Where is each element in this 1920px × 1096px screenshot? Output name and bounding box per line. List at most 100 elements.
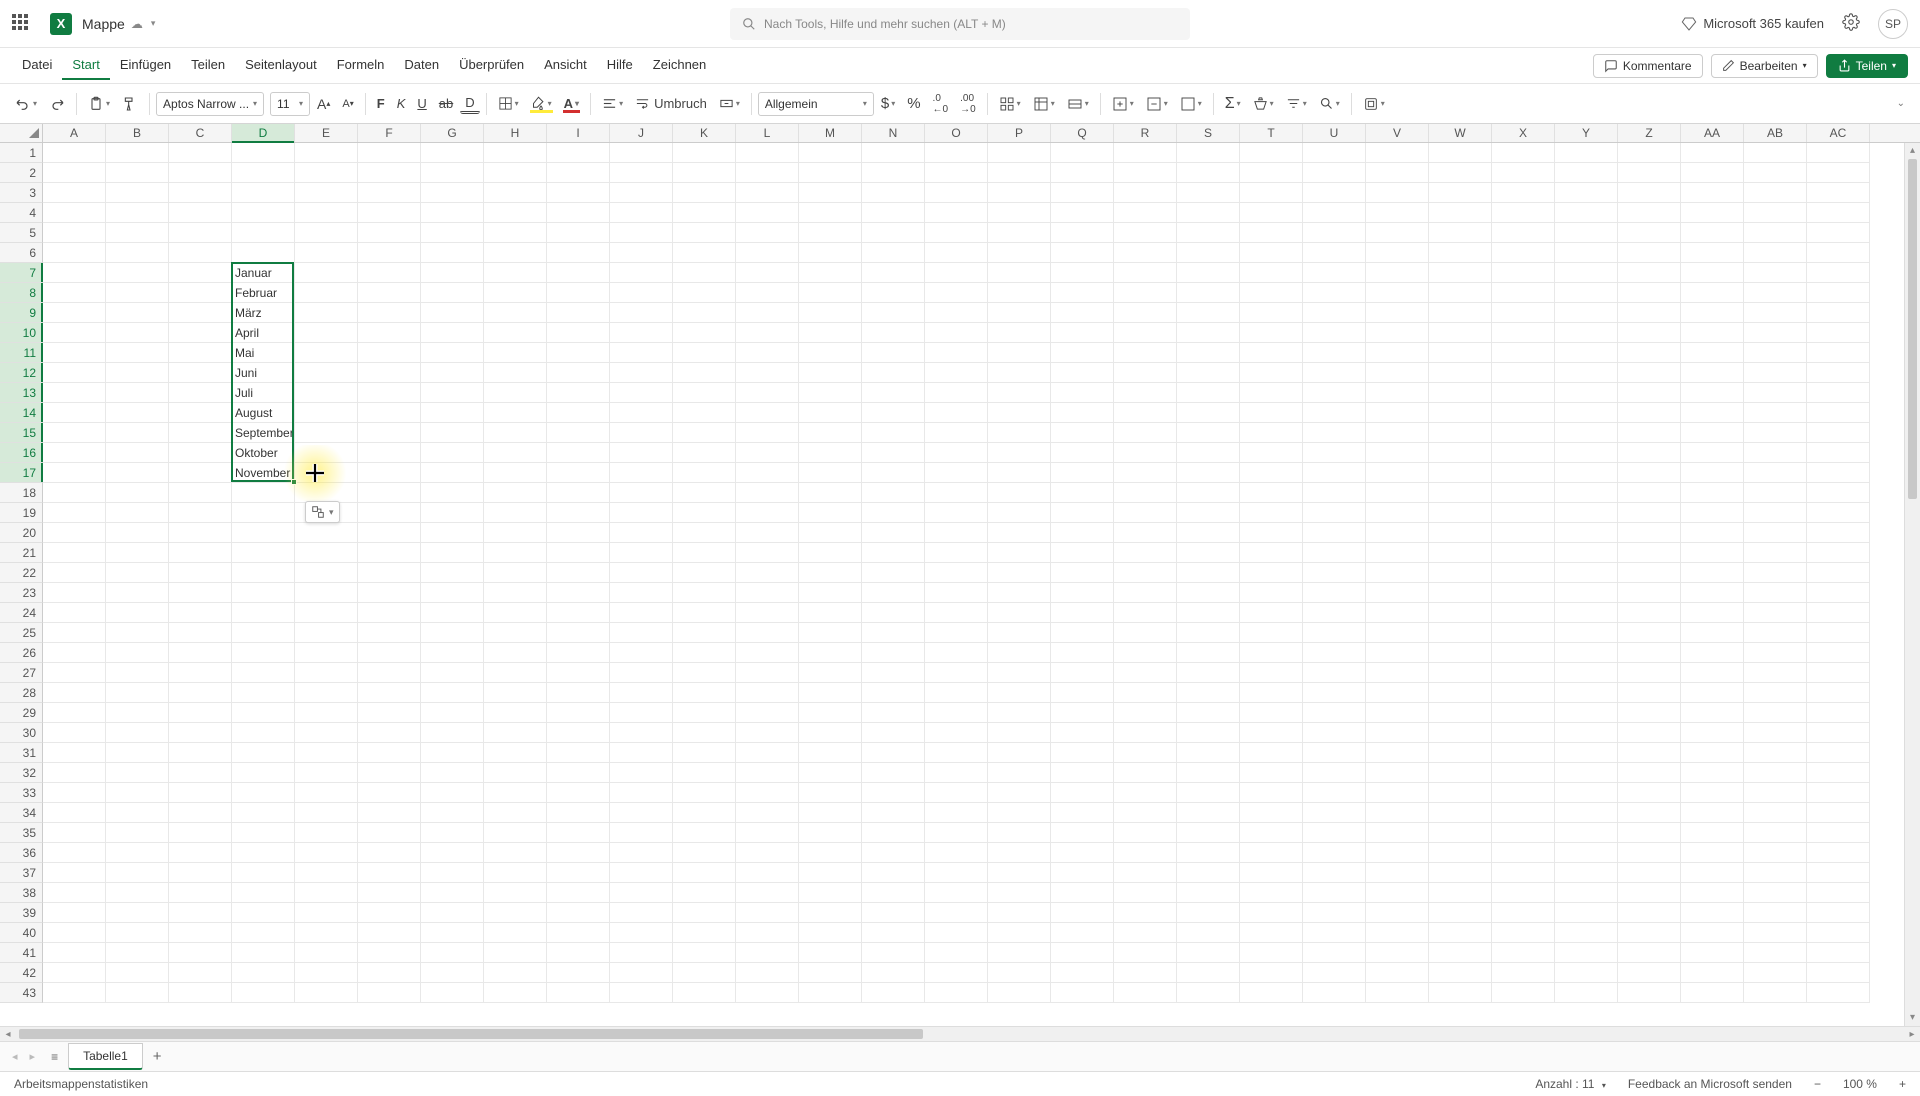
cell[interactable]: [862, 203, 925, 223]
cell[interactable]: [43, 243, 106, 263]
cell[interactable]: [1177, 643, 1240, 663]
cell[interactable]: [1303, 603, 1366, 623]
cell[interactable]: [1366, 883, 1429, 903]
cell[interactable]: [799, 523, 862, 543]
cell[interactable]: [421, 283, 484, 303]
cell[interactable]: [106, 523, 169, 543]
cell[interactable]: [736, 543, 799, 563]
cell[interactable]: [1555, 523, 1618, 543]
cell[interactable]: [1744, 623, 1807, 643]
cell[interactable]: [862, 743, 925, 763]
row-header[interactable]: 40: [0, 923, 43, 943]
cell[interactable]: [610, 323, 673, 343]
cell[interactable]: [547, 903, 610, 923]
cell[interactable]: [673, 983, 736, 1003]
cell[interactable]: [1051, 743, 1114, 763]
cell[interactable]: [1618, 503, 1681, 523]
cell[interactable]: [547, 783, 610, 803]
cell[interactable]: [106, 163, 169, 183]
col-header[interactable]: X: [1492, 124, 1555, 142]
cell[interactable]: [106, 803, 169, 823]
merge-button[interactable]: ▾: [714, 93, 745, 114]
cell[interactable]: [169, 503, 232, 523]
cell[interactable]: [1555, 483, 1618, 503]
cell[interactable]: [1429, 203, 1492, 223]
cell[interactable]: [421, 203, 484, 223]
cell[interactable]: [1555, 983, 1618, 1003]
row-header[interactable]: 36: [0, 843, 43, 863]
cell[interactable]: [1492, 703, 1555, 723]
cell[interactable]: [1807, 283, 1870, 303]
cell[interactable]: [736, 343, 799, 363]
cell[interactable]: [1303, 443, 1366, 463]
cell[interactable]: [1744, 343, 1807, 363]
cell[interactable]: [799, 703, 862, 723]
cell[interactable]: [1555, 663, 1618, 683]
cell[interactable]: [106, 843, 169, 863]
cell[interactable]: [610, 143, 673, 163]
cell[interactable]: [736, 663, 799, 683]
cell[interactable]: [1618, 883, 1681, 903]
cell[interactable]: [799, 163, 862, 183]
cell[interactable]: [1366, 723, 1429, 743]
cell[interactable]: [1744, 283, 1807, 303]
cell[interactable]: [1492, 983, 1555, 1003]
cell[interactable]: [862, 143, 925, 163]
cell[interactable]: [736, 423, 799, 443]
cell[interactable]: [610, 343, 673, 363]
cell[interactable]: [988, 323, 1051, 343]
autofill-options-button[interactable]: ▾: [305, 501, 340, 523]
cell[interactable]: [547, 203, 610, 223]
cell[interactable]: [358, 983, 421, 1003]
cell[interactable]: [925, 543, 988, 563]
cell[interactable]: [862, 683, 925, 703]
cell[interactable]: [1240, 223, 1303, 243]
cell[interactable]: [799, 983, 862, 1003]
cell[interactable]: Oktober: [232, 443, 295, 463]
cell[interactable]: [295, 783, 358, 803]
row-header[interactable]: 12: [0, 363, 43, 383]
cell[interactable]: [736, 163, 799, 183]
cell[interactable]: [1744, 363, 1807, 383]
cell[interactable]: [736, 223, 799, 243]
cell[interactable]: [673, 223, 736, 243]
cell[interactable]: [1681, 143, 1744, 163]
cell[interactable]: [547, 323, 610, 343]
cell[interactable]: [358, 243, 421, 263]
cell[interactable]: [169, 323, 232, 343]
cell[interactable]: [358, 843, 421, 863]
cell[interactable]: [610, 463, 673, 483]
cell[interactable]: [862, 943, 925, 963]
find-button[interactable]: ▾: [1314, 93, 1345, 114]
cell[interactable]: [169, 563, 232, 583]
cell[interactable]: [1807, 143, 1870, 163]
cell[interactable]: [169, 683, 232, 703]
cell[interactable]: [1114, 203, 1177, 223]
cell[interactable]: [421, 403, 484, 423]
cell[interactable]: [106, 303, 169, 323]
cell[interactable]: [1681, 443, 1744, 463]
cell[interactable]: [1555, 383, 1618, 403]
cell[interactable]: [484, 363, 547, 383]
cell[interactable]: [421, 683, 484, 703]
cell[interactable]: [169, 603, 232, 623]
cell[interactable]: [43, 283, 106, 303]
cell[interactable]: [736, 303, 799, 323]
cell[interactable]: [610, 383, 673, 403]
row-header[interactable]: 24: [0, 603, 43, 623]
cell[interactable]: [1618, 843, 1681, 863]
cell[interactable]: [1555, 203, 1618, 223]
cell[interactable]: [1114, 903, 1177, 923]
cell[interactable]: [673, 423, 736, 443]
cell[interactable]: [610, 623, 673, 643]
cell[interactable]: [610, 843, 673, 863]
cell[interactable]: [421, 563, 484, 583]
cell[interactable]: [1114, 663, 1177, 683]
cell[interactable]: [358, 223, 421, 243]
cell[interactable]: [1429, 143, 1492, 163]
cell[interactable]: [862, 583, 925, 603]
cell[interactable]: [736, 763, 799, 783]
cell[interactable]: [106, 423, 169, 443]
cell[interactable]: [1744, 163, 1807, 183]
cell[interactable]: [1051, 163, 1114, 183]
